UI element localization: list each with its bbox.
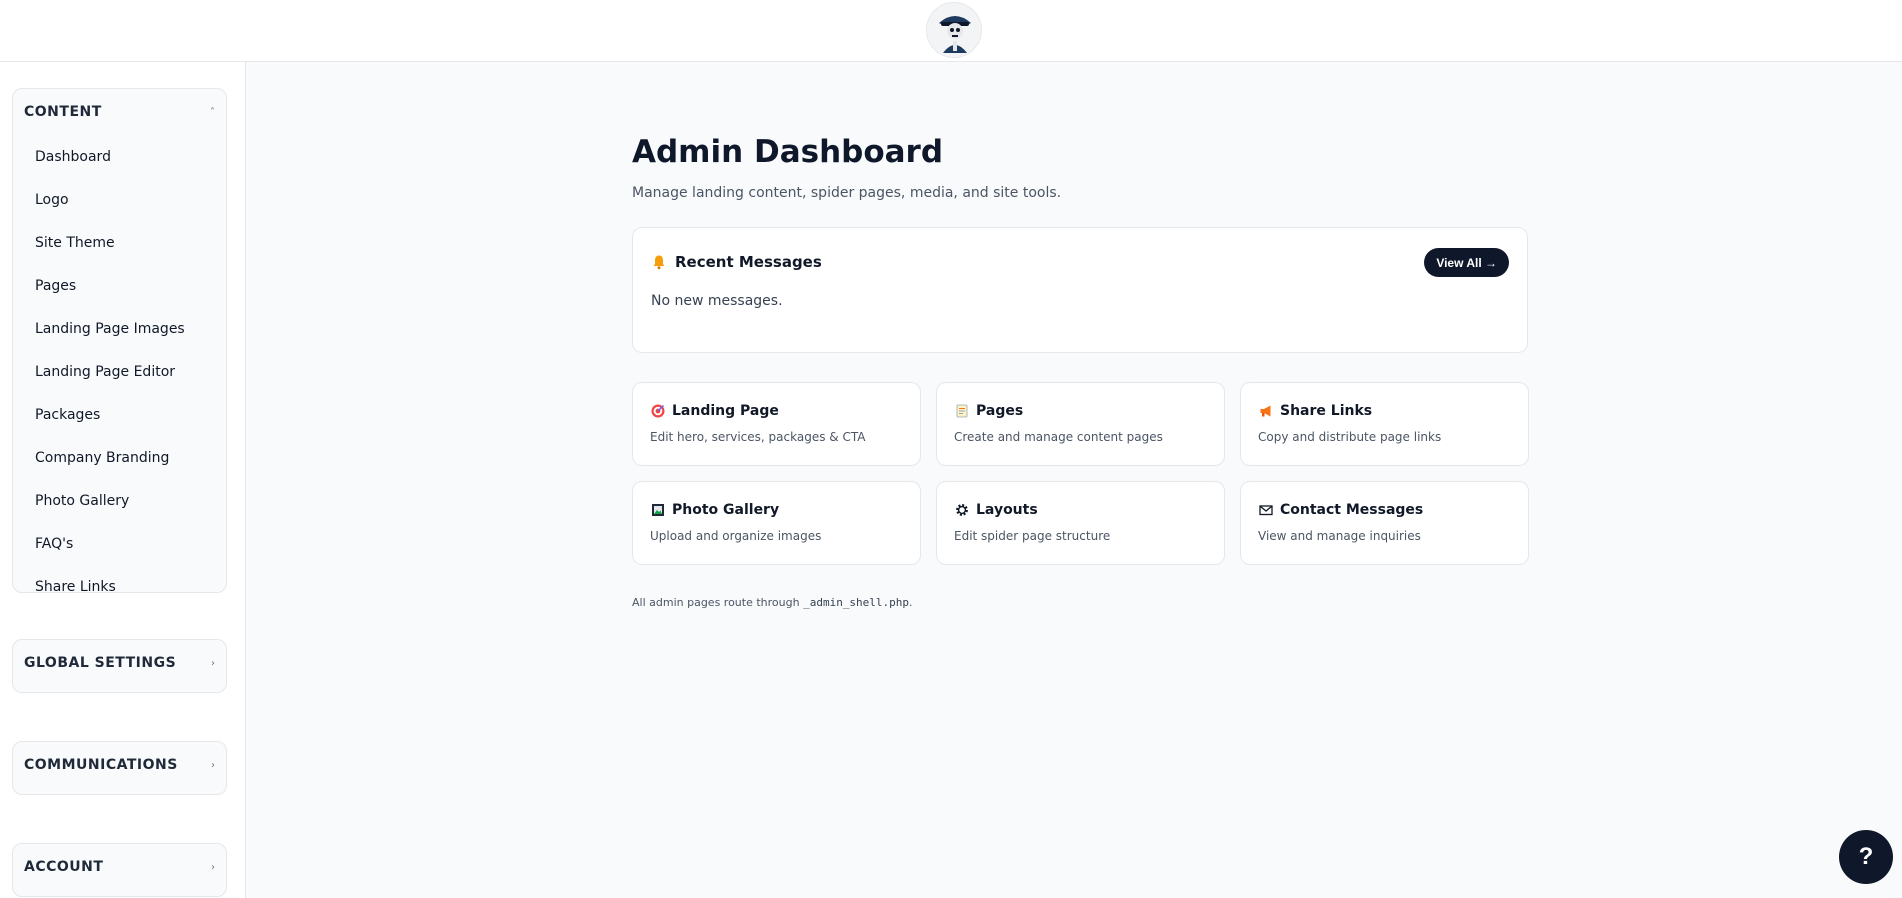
- sidebar-group-global-settings: GLOBAL SETTINGS ›: [12, 639, 227, 693]
- tile-title: Landing Page: [650, 403, 779, 419]
- image-frame-icon: [650, 502, 666, 518]
- sidebar-item-logo[interactable]: Logo: [13, 178, 226, 221]
- sidebar: CONTENT ˄ Dashboard Logo Site Theme Page…: [0, 62, 246, 898]
- tile-contact-messages[interactable]: Contact Messages View and manage inquiri…: [1240, 481, 1529, 565]
- tile-share-links[interactable]: Share Links Copy and distribute page lin…: [1240, 382, 1529, 466]
- tile-photo-gallery[interactable]: Photo Gallery Upload and organize images: [632, 481, 921, 565]
- sidebar-item-list: Dashboard Logo Site Theme Pages Landing …: [13, 135, 226, 593]
- tile-title: Layouts: [954, 502, 1038, 518]
- tile-title-label: Layouts: [976, 502, 1038, 518]
- tile-title-label: Landing Page: [672, 403, 779, 419]
- tile-description: Create and manage content pages: [954, 430, 1163, 444]
- sidebar-group-account: ACCOUNT ›: [12, 843, 227, 897]
- tile-title: Contact Messages: [1258, 502, 1423, 518]
- recent-messages-card: Recent Messages View All → No new messag…: [632, 227, 1528, 353]
- gear-icon: [954, 502, 970, 518]
- sidebar-item-photo-gallery[interactable]: Photo Gallery: [13, 479, 226, 522]
- skull-pirate-avatar-icon: [927, 3, 981, 57]
- sidebar-item-company-branding[interactable]: Company Branding: [13, 436, 226, 479]
- tile-pages[interactable]: Pages Create and manage content pages: [936, 382, 1225, 466]
- tile-title-label: Contact Messages: [1280, 502, 1424, 518]
- tile-description: Edit spider page structure: [954, 529, 1111, 543]
- tile-landing-page[interactable]: Landing Page Edit hero, services, packag…: [632, 382, 921, 466]
- sidebar-group-title: GLOBAL SETTINGS: [24, 655, 177, 671]
- avatar[interactable]: [926, 2, 982, 58]
- sidebar-item-packages[interactable]: Packages: [13, 393, 226, 436]
- sidebar-group-header-global-settings[interactable]: GLOBAL SETTINGS ›: [13, 640, 226, 686]
- chevron-right-icon: ›: [211, 759, 215, 771]
- no-messages-text: No new messages.: [651, 293, 783, 309]
- sidebar-group-content: CONTENT ˄ Dashboard Logo Site Theme Page…: [12, 88, 227, 593]
- sidebar-group-communications: COMMUNICATIONS ›: [12, 741, 227, 795]
- tile-title-label: Share Links: [1280, 403, 1373, 419]
- footnote-suffix: .: [909, 596, 913, 609]
- top-bar: [0, 0, 1902, 62]
- footnote-prefix: All admin pages route through: [632, 596, 804, 609]
- sidebar-group-header-content[interactable]: CONTENT ˄: [13, 89, 226, 135]
- megaphone-icon: [1258, 403, 1274, 419]
- sidebar-item-share-links[interactable]: Share Links: [13, 565, 226, 593]
- page-subtitle: Manage landing content, spider pages, me…: [632, 185, 1062, 201]
- sidebar-item-landing-page-images[interactable]: Landing Page Images: [13, 307, 226, 350]
- sidebar-item-faqs[interactable]: FAQ's: [13, 522, 226, 565]
- recent-messages-title: Recent Messages: [651, 253, 822, 271]
- tile-title: Share Links: [1258, 403, 1372, 419]
- sidebar-item-landing-page-editor[interactable]: Landing Page Editor: [13, 350, 226, 393]
- tile-layouts[interactable]: Layouts Edit spider page structure: [936, 481, 1225, 565]
- target-icon: [650, 403, 666, 419]
- chevron-right-icon: ›: [211, 657, 215, 669]
- tile-description: View and manage inquiries: [1258, 529, 1421, 543]
- tile-title: Photo Gallery: [650, 502, 779, 518]
- view-all-button[interactable]: View All →: [1424, 248, 1509, 277]
- sidebar-group-title: COMMUNICATIONS: [24, 757, 178, 773]
- tile-description: Copy and distribute page links: [1258, 430, 1442, 444]
- tile-description: Upload and organize images: [650, 529, 822, 543]
- sidebar-group-title: ACCOUNT: [24, 859, 104, 875]
- envelope-icon: [1258, 502, 1274, 518]
- help-button[interactable]: ?: [1839, 830, 1893, 884]
- recent-messages-label: Recent Messages: [675, 253, 822, 271]
- sidebar-item-pages[interactable]: Pages: [13, 264, 226, 307]
- page-title: Admin Dashboard: [632, 134, 944, 170]
- page-icon: [954, 403, 970, 419]
- tile-description: Edit hero, services, packages & CTA: [650, 430, 866, 444]
- sidebar-group-title: CONTENT: [24, 104, 102, 120]
- footnote: All admin pages route through _admin_she…: [632, 596, 913, 609]
- sidebar-group-header-account[interactable]: ACCOUNT ›: [13, 844, 226, 890]
- tile-title: Pages: [954, 403, 1023, 419]
- sidebar-item-site-theme[interactable]: Site Theme: [13, 221, 226, 264]
- chevron-up-icon: ˄: [210, 106, 215, 118]
- main-content: Admin Dashboard Manage landing content, …: [246, 62, 1902, 898]
- sidebar-item-dashboard[interactable]: Dashboard: [13, 135, 226, 178]
- tile-title-label: Photo Gallery: [672, 502, 780, 518]
- tile-title-label: Pages: [976, 403, 1024, 419]
- bell-icon: [651, 254, 667, 270]
- sidebar-group-header-communications[interactable]: COMMUNICATIONS ›: [13, 742, 226, 788]
- footnote-code: _admin_shell.php: [803, 596, 910, 609]
- chevron-right-icon: ›: [211, 861, 215, 873]
